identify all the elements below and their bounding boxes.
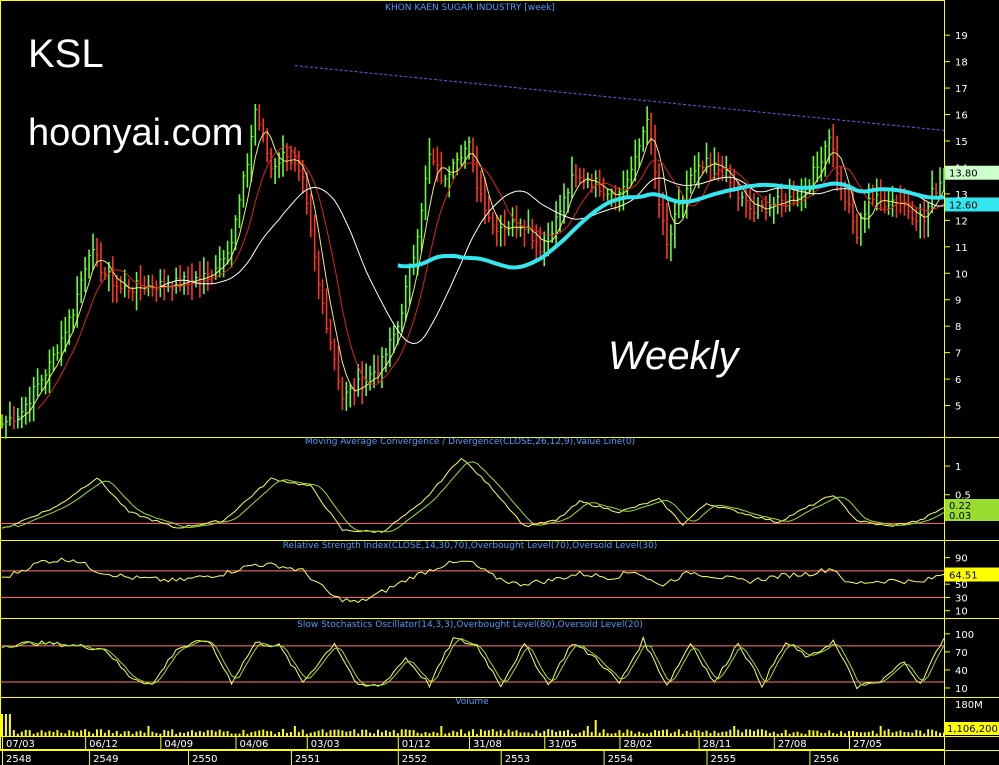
date-tick-label: 06/12 (89, 739, 118, 750)
year-tick-label: 2550 (192, 754, 217, 765)
stochastic-title: Slow Stochastics Oscillator(14,3,3),Over… (297, 620, 643, 630)
price-tick-label: 17 (955, 84, 968, 95)
date-tick-label: 28/11 (703, 739, 732, 750)
price-tick-label: 9 (955, 296, 961, 307)
rsi-line (2, 557, 945, 604)
macd-tick-label: 1 (955, 462, 961, 473)
date-tick-label: 04/06 (240, 739, 269, 750)
price-tick-label: 15 (955, 137, 968, 148)
date-tick-label: 28/02 (623, 739, 652, 750)
date-tick-label: 01/12 (402, 739, 431, 750)
rsi-tick-label: 90 (955, 554, 968, 565)
price-tick-label: 16 (955, 111, 968, 122)
website-watermark: hoonyai.com (28, 112, 244, 154)
price-tick-label: 7 (955, 349, 961, 360)
rsi-tick-label: 10 (955, 607, 968, 618)
price-tick-label: 5 (955, 402, 961, 413)
year-tick-label: 2548 (6, 754, 31, 765)
moving-average-value-label: 12.60 (949, 200, 978, 211)
last-price-label: 13.80 (949, 169, 978, 180)
date-tick-label: 03/03 (311, 739, 340, 750)
rsi-title: Relative Strength Index(CLOSE,14,30,70),… (283, 541, 658, 551)
macd-line (1, 457, 945, 534)
year-tick-label: 2551 (295, 754, 320, 765)
rsi-tick-label: 30 (955, 593, 968, 604)
date-tick-label: 07/03 (6, 739, 35, 750)
macd-signal-value-label: 0.03 (949, 511, 971, 522)
price-tick-label: 12 (955, 216, 968, 227)
rsi-tick-label: 50 (955, 580, 968, 591)
price-tick-label: 11 (955, 243, 968, 254)
macd-title: Moving Average Convergence / Divergence(… (305, 437, 635, 447)
year-tick-label: 2552 (402, 754, 427, 765)
rsi-value-label: 64.51 (949, 571, 978, 582)
date-tick-label: 04/09 (164, 739, 193, 750)
stochastic-tick-label: 10 (955, 684, 968, 695)
date-tick-label: 31/05 (548, 739, 577, 750)
volume-tick-label: 180M (955, 700, 983, 711)
date-tick-label: 27/08 (778, 739, 807, 750)
price-tick-label: 8 (955, 322, 961, 333)
price-tick-label: 18 (955, 58, 968, 69)
macd-signal-line (1, 461, 945, 533)
period-label: Weekly (608, 334, 739, 378)
resistance-trendline (294, 65, 945, 131)
price-tick-label: 19 (955, 31, 968, 42)
price-tick-label: 6 (955, 375, 961, 386)
volume-title: Volume (455, 697, 489, 707)
date-tick-label: 27/05 (853, 739, 882, 750)
date-tick-label: 31/08 (473, 739, 502, 750)
moving-average-slow (160, 176, 945, 345)
ticker-symbol: KSL (28, 32, 104, 76)
year-tick-label: 2554 (608, 754, 633, 765)
year-tick-label: 2553 (505, 754, 530, 765)
price-chart-title: KHON KAEN SUGAR INDUSTRY [week] (385, 3, 555, 13)
year-tick-label: 2549 (93, 754, 118, 765)
year-tick-label: 2555 (711, 754, 736, 765)
stochastic-tick-label: 100 (955, 630, 974, 641)
year-tick-label: 2556 (813, 754, 838, 765)
volume-value-label: 1,106,200 (947, 724, 998, 735)
stochastic-tick-label: 70 (955, 648, 968, 659)
stochastic-tick-label: 40 (955, 666, 968, 677)
price-tick-label: 10 (955, 269, 968, 280)
